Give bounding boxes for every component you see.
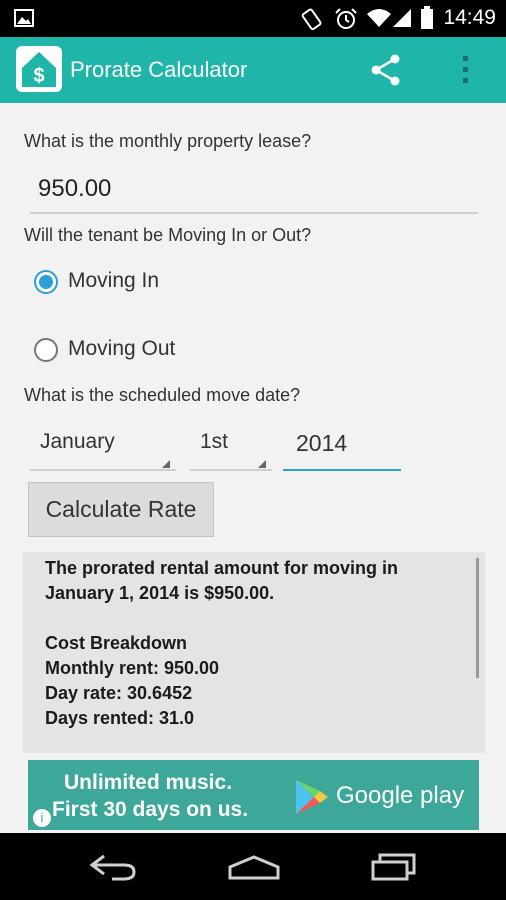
home-icon[interactable]: [226, 854, 282, 885]
back-icon[interactable]: [88, 853, 138, 886]
result-line: The prorated rental amount for moving in: [45, 558, 399, 578]
overflow-menu-icon[interactable]: [460, 54, 472, 91]
days-rented-line: Days rented: 31.0: [45, 708, 195, 728]
year-input[interactable]: 2014: [296, 430, 347, 457]
ad-info-icon[interactable]: i: [33, 809, 51, 827]
status-bar: 14:49: [0, 0, 506, 37]
result-line: January 1, 2014 is $950.00.: [45, 583, 275, 603]
clock: 14:49: [443, 6, 496, 29]
month-dropdown-icon: [162, 460, 170, 468]
month-value: January: [40, 430, 115, 453]
year-underline: [283, 469, 401, 471]
navigation-bar: [0, 833, 506, 900]
app-icon-symbol: $: [33, 65, 44, 87]
app-bar: $ Prorate Calculator: [0, 37, 506, 103]
lease-input[interactable]: 950.00: [38, 175, 111, 203]
day-rate-line: Day rate: 30.6452: [45, 683, 193, 703]
signal-icon: [392, 8, 412, 33]
lease-input-underline: [30, 212, 478, 214]
ad-line-1: Unlimited music.: [64, 771, 233, 794]
tenant-question: Will the tenant be Moving In or Out?: [24, 225, 312, 245]
day-value: 1st: [200, 430, 229, 453]
result-panel: The prorated rental amount for moving in…: [23, 552, 485, 753]
day-dropdown-icon: [258, 460, 266, 468]
wifi-icon: [366, 8, 392, 33]
app-title: Prorate Calculator: [70, 57, 248, 82]
share-icon[interactable]: [368, 54, 404, 91]
image-icon: [14, 9, 34, 32]
monthly-rent-line: Monthly rent: 950.00: [45, 658, 220, 678]
moving-out-radio[interactable]: [34, 338, 58, 362]
main-content: What is the monthly property lease? 950.…: [0, 103, 506, 833]
month-underline: [30, 469, 176, 471]
moving-in-radio[interactable]: [34, 270, 58, 294]
day-underline: [190, 469, 272, 471]
rotate-icon: [300, 8, 324, 35]
moving-out-label[interactable]: Moving Out: [68, 337, 175, 361]
result-line: [45, 606, 463, 631]
alarm-icon: [334, 8, 358, 35]
moving-in-label[interactable]: Moving In: [68, 269, 159, 293]
battery-icon: [420, 6, 434, 35]
google-play-text: Google play: [336, 782, 465, 809]
calculate-rate-button[interactable]: Calculate Rate: [28, 482, 214, 537]
lease-question: What is the monthly property lease?: [24, 131, 312, 151]
recents-icon[interactable]: [370, 853, 418, 886]
date-question: What is the scheduled move date?: [24, 385, 301, 405]
ad-banner[interactable]: Unlimited music. First 30 days on us. Go…: [28, 760, 479, 830]
ad-line-2: First 30 days on us.: [52, 798, 249, 821]
google-play-logo-icon: [294, 778, 330, 821]
cost-breakdown-heading: Cost Breakdown: [45, 633, 188, 653]
result-scrollbar[interactable]: [476, 558, 479, 678]
house-dollar-icon[interactable]: $: [16, 46, 62, 92]
